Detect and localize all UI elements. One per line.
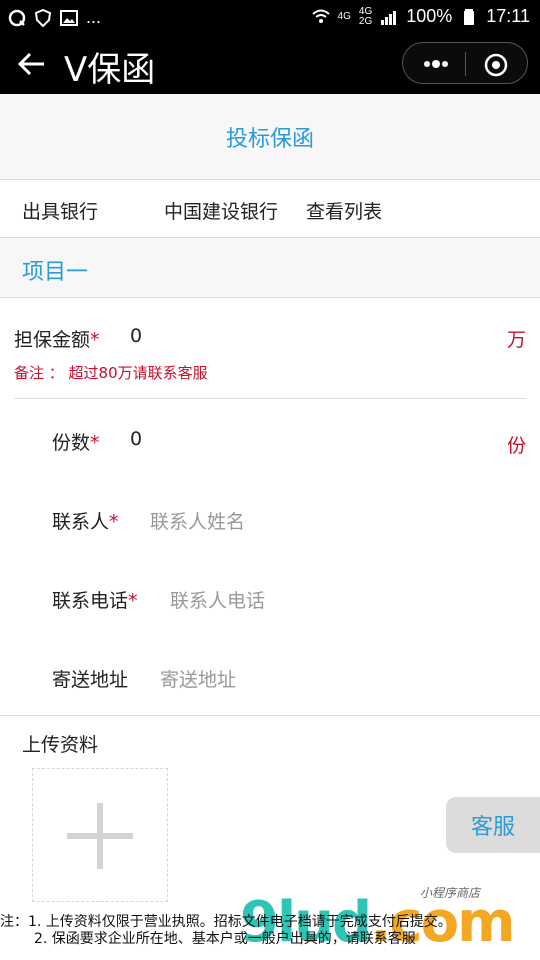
bank-value[interactable]: 中国建设银行 [164,197,278,224]
battery-icon [464,8,475,25]
copies-unit: 份 [506,435,526,457]
customer-service-button[interactable]: 客服 [446,797,540,853]
amount-note: 备注 ： 超过80万请联系客服 [14,364,208,382]
battery-percent: 100% [406,6,453,26]
status-bar: ... 4G 4G 2G 100% 17:11 [0,0,540,34]
network-4g-label: 4G [337,10,351,22]
footnote-line-1: 注：1. 上传资料仅限于营业执照。招标文件电子档请于完成支付后提交。 [0,914,452,930]
address-input[interactable]: 寄送地址 [160,665,236,692]
capsule-divider [465,52,466,76]
required-mark: * [90,329,100,351]
phone-label: 联系电话* [52,590,138,612]
network-4g-label-2: 4G [358,5,373,17]
wifi-icon [311,9,330,23]
shield-icon [34,8,52,27]
view-list-link[interactable]: 查看列表 [306,197,382,224]
page-content: 投标保函 出具银行 中国建设银行 查看列表 项目一 担保金额* 0 万 备注 ：… [0,94,540,960]
project-title: 项目一 [22,260,89,285]
amount-unit: 万 [506,329,526,351]
required-mark: * [90,432,100,454]
more-dots-icon[interactable] [421,54,451,74]
contact-label: 联系人* [52,511,119,533]
divider [14,398,526,399]
form-header-text: 投标保函 [225,126,314,152]
copies-label: 份数* [52,432,100,454]
required-mark: * [128,590,138,612]
target-circle-icon[interactable] [483,52,509,78]
project-header: 项目一 [0,238,540,298]
watermark-tagline: 小程序商店 [420,886,481,900]
page-title: V保函 [64,50,156,90]
form-header: 投标保函 [0,94,540,180]
status-time: 17:11 [486,6,530,26]
bank-label: 出具银行 [22,201,99,223]
amount-input[interactable]: 0 [130,325,142,347]
miniprogram-capsule [402,42,528,84]
network-2g-label: 2G [358,15,373,27]
q-app-icon [8,9,26,26]
footnote-line-2: 2. 保函要求企业所在地、基本户或一般户出具的，请联系客服 [34,931,416,947]
upload-label: 上传资料 [22,734,99,756]
status-ellipsis: ... [86,7,102,27]
nav-bar: V保函 [0,34,540,94]
bank-row: 出具银行 中国建设银行 查看列表 [0,180,540,238]
back-arrow-icon[interactable] [16,48,48,80]
upload-button[interactable] [32,768,168,902]
footnote: 注：1. 上传资料仅限于营业执照。招标文件电子档请于完成支付后提交。 2. 保函… [0,914,540,948]
address-label: 寄送地址 [52,669,129,691]
required-mark: * [109,511,119,533]
image-icon [60,9,78,26]
plus-icon-vertical [97,803,103,869]
divider [0,715,540,716]
contact-name-input[interactable]: 联系人姓名 [150,507,245,534]
phone-input[interactable]: 联系人电话 [170,586,265,613]
amount-label: 担保金额* [14,329,100,351]
copies-input[interactable]: 0 [130,428,142,450]
signal-icon [381,10,397,25]
